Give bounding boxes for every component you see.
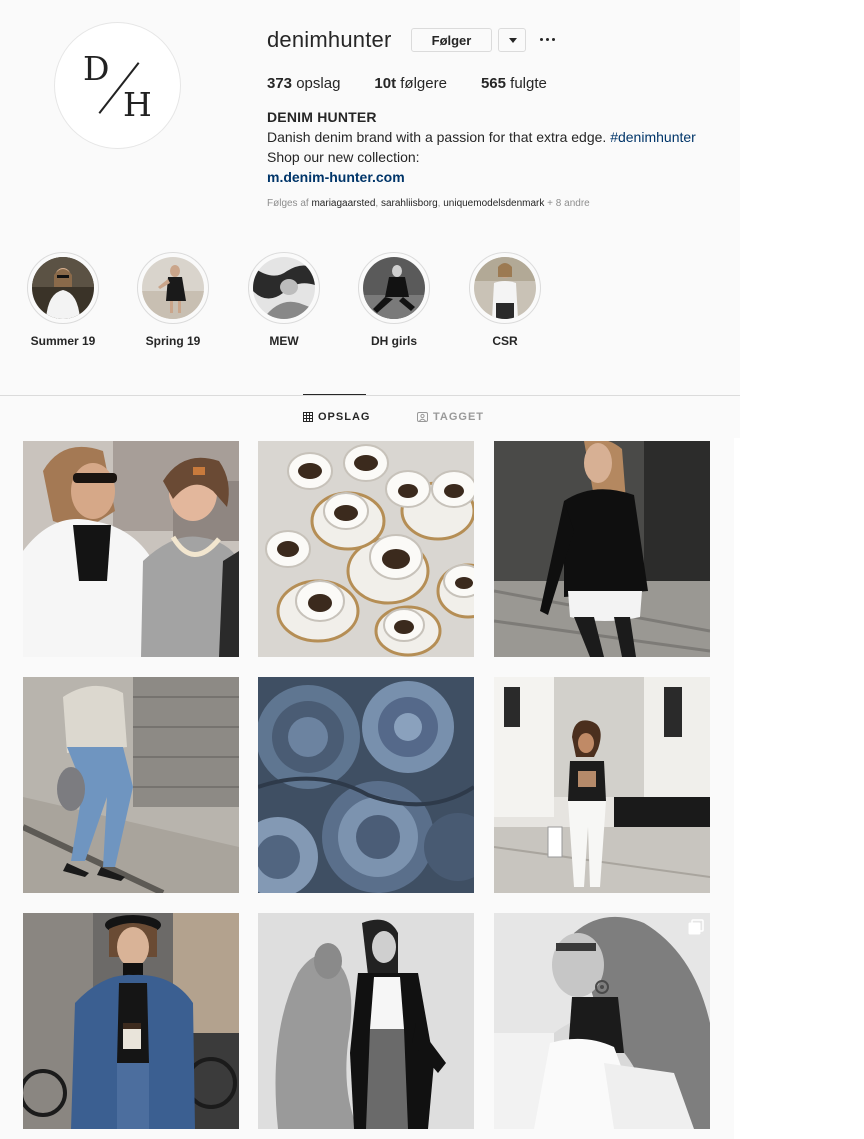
highlight-cover-image [32, 257, 94, 319]
highlight-ring[interactable] [248, 252, 320, 324]
post-image [23, 913, 239, 1129]
more-dots-icon [546, 38, 549, 41]
following-button[interactable]: Følger [411, 28, 492, 52]
multiple-images-icon [688, 919, 704, 935]
more-dots-icon [552, 38, 555, 41]
followed-by-account[interactable]: sarahliisborg [381, 198, 438, 209]
followed-by-account[interactable]: uniquemodelsdenmark [443, 198, 544, 209]
post-thumbnail[interactable] [23, 677, 239, 893]
following-link[interactable]: 565 fulgte [481, 75, 547, 92]
grid-icon [303, 412, 313, 422]
highlight-label: Summer 19 [30, 334, 96, 348]
post-thumbnail[interactable] [23, 441, 239, 657]
followed-by-suffix: + 8 andre [547, 198, 590, 209]
posts-count-stat: 373 opslag [267, 75, 340, 92]
followers-label: følgere [400, 75, 447, 92]
post-image [258, 441, 474, 657]
post-thumbnail[interactable] [494, 913, 710, 1129]
bio-text: Danish denim brand with a passion for th… [267, 129, 607, 145]
highlight-label: MEW [269, 334, 299, 348]
post-thumbnail[interactable] [494, 677, 710, 893]
posts-count: 373 [267, 75, 293, 92]
highlight-label: DH girls [370, 334, 417, 348]
post-thumbnail[interactable] [23, 913, 239, 1129]
profile-avatar[interactable]: D H [54, 22, 181, 149]
avatar-logo-letter-top: D [83, 49, 110, 88]
bio-hashtag-link[interactable]: #denimhunter [610, 129, 696, 145]
followed-by-account[interactable]: mariagaarsted [311, 198, 375, 209]
post-thumbnail[interactable] [258, 913, 474, 1129]
highlight-label: CSR [492, 334, 518, 348]
following-label: fulgte [510, 75, 547, 92]
suggested-accounts-dropdown-button[interactable] [498, 28, 526, 52]
highlight-mew[interactable]: MEW [239, 252, 329, 348]
post-image [258, 913, 474, 1129]
tab-tagged-label: TAGGET [433, 411, 485, 423]
post-thumbnail[interactable] [258, 677, 474, 893]
post-image [258, 677, 474, 893]
highlight-csr[interactable]: CSR [460, 252, 550, 348]
followers-link[interactable]: 10t følgere [374, 75, 447, 92]
avatar-logo-letter-bottom: H [123, 85, 152, 124]
highlight-ring[interactable] [27, 252, 99, 324]
profile-username: denimhunter [267, 27, 392, 52]
highlight-cover-image [253, 257, 315, 319]
highlight-dh-girls[interactable]: DH girls [349, 252, 439, 348]
post-thumbnail[interactable] [258, 441, 474, 657]
post-image [494, 677, 710, 893]
highlight-label: Spring 19 [145, 334, 201, 348]
profile-stats: 373 opslag 10t følgere 565 fulgte [267, 75, 581, 92]
highlight-ring[interactable] [137, 252, 209, 324]
following-count: 565 [480, 75, 506, 92]
post-image [23, 677, 239, 893]
highlight-cover-image [142, 257, 204, 319]
highlight-cover-image [363, 257, 425, 319]
more-options-button[interactable] [538, 30, 558, 50]
profile-bio-line: Danish denim brand with a passion for th… [267, 129, 696, 145]
highlight-cover-image [474, 257, 536, 319]
followers-count: 10t [374, 75, 397, 92]
followed-by-prefix: Følges af [267, 198, 309, 209]
more-dots-icon [540, 38, 543, 41]
tab-tagged[interactable]: TAGGET [417, 411, 484, 423]
post-image [494, 441, 710, 657]
post-thumbnail[interactable] [494, 441, 710, 657]
tab-posts-label: OPSLAG [318, 411, 371, 423]
profile-full-name: DENIM HUNTER [267, 109, 377, 125]
post-image [494, 913, 710, 1129]
highlight-ring[interactable] [358, 252, 430, 324]
followed-by-text[interactable]: Følges af mariagaarsted, sarahliisborg, … [267, 198, 590, 209]
highlight-summer-19[interactable]: Summer 19 [18, 252, 108, 348]
tag-portrait-icon [417, 412, 428, 422]
posts-count-label: opslag [296, 75, 341, 92]
chevron-down-icon [509, 38, 517, 43]
profile-bio-line-2: Shop our new collection: [267, 149, 420, 165]
post-image [23, 441, 239, 657]
highlight-ring[interactable] [469, 252, 541, 324]
right-margin-area [734, 438, 864, 1139]
tabs-divider [0, 395, 740, 396]
tab-posts[interactable]: OPSLAG [303, 411, 370, 423]
profile-website-link[interactable]: m.denim-hunter.com [267, 169, 405, 185]
highlight-spring-19[interactable]: Spring 19 [128, 252, 218, 348]
active-tab-indicator [303, 394, 366, 395]
